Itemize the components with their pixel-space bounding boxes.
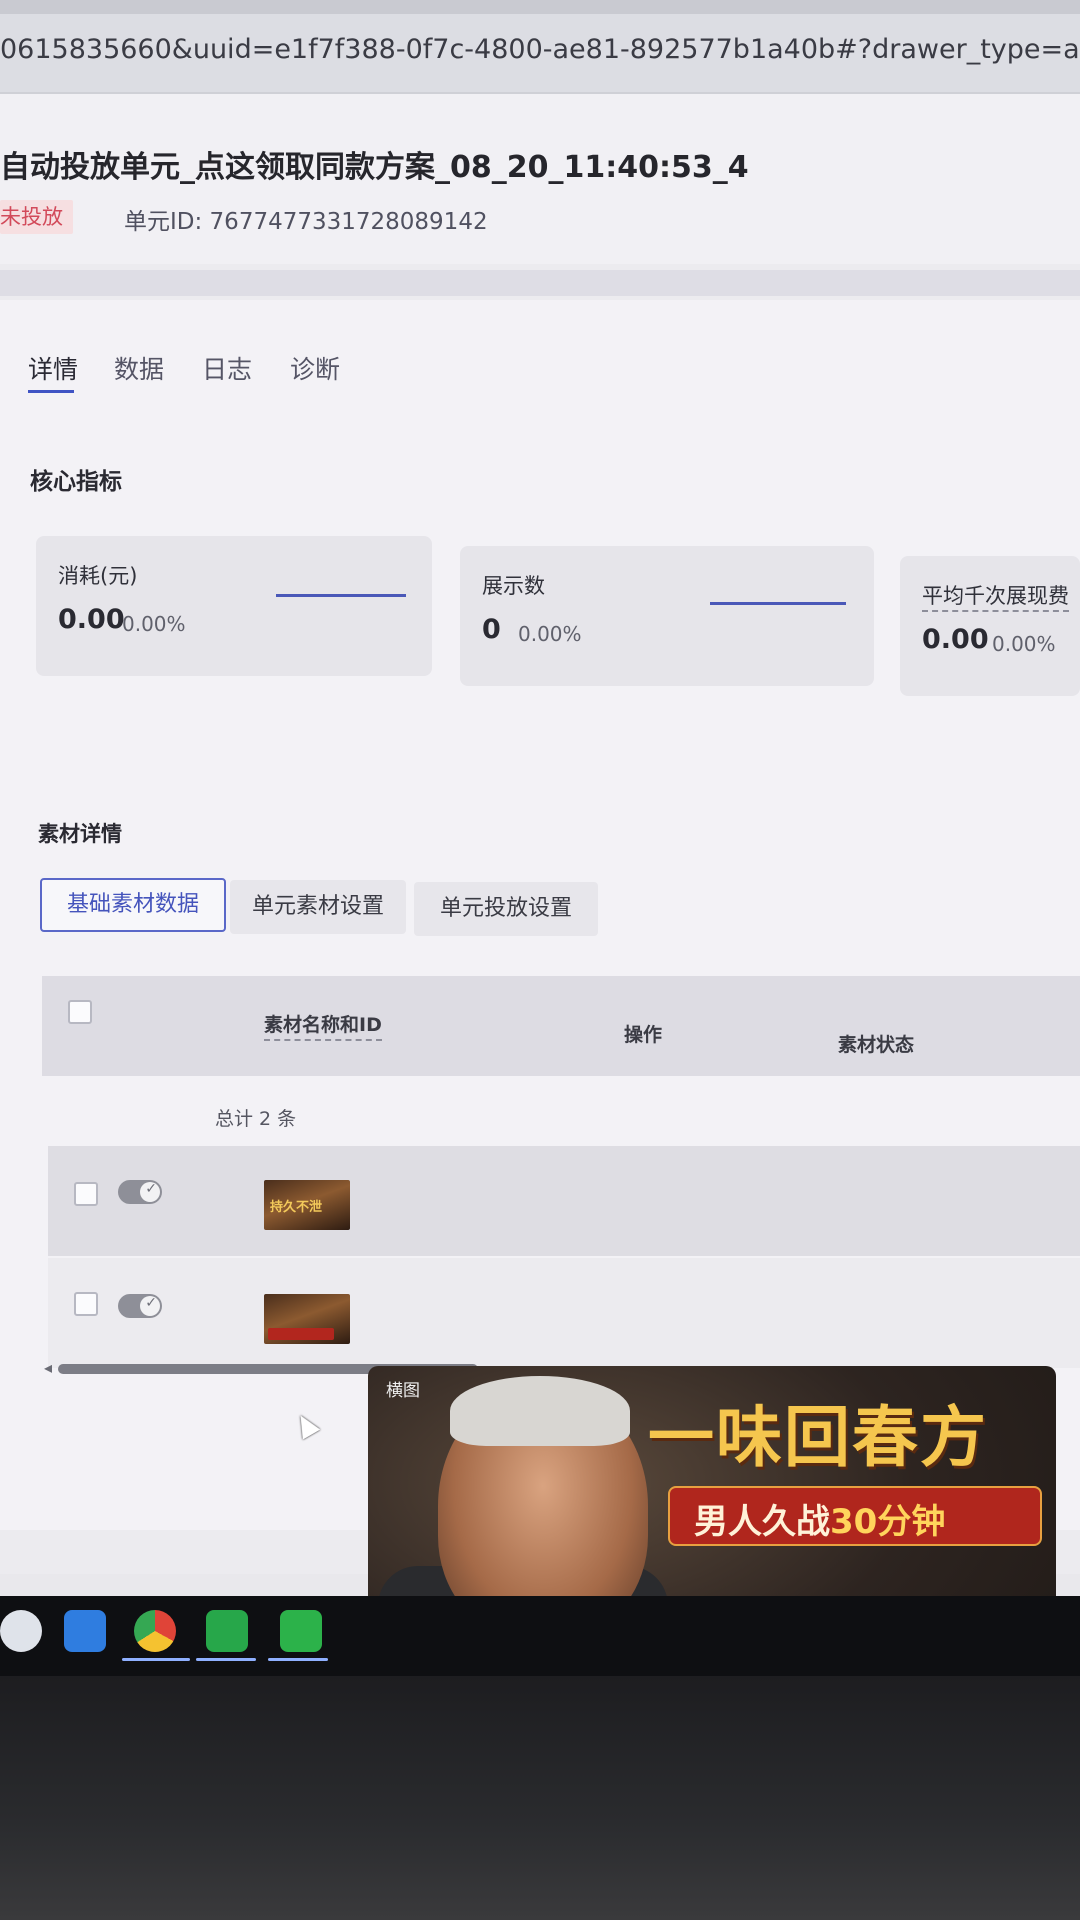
monitor-screen: 0615835660&uuid=e1f7f388-0f7c-4800-ae81-… (0, 0, 1080, 1600)
subtab-unit-delivery-settings[interactable]: 单元投放设置 (414, 882, 598, 936)
metric-percent: 0.00% (122, 612, 186, 636)
chat-app-icon[interactable] (206, 1610, 248, 1652)
active-app-indicator (122, 1658, 190, 1661)
metric-card-impressions[interactable]: 展示数 0 0.00% (460, 546, 874, 686)
windows-taskbar (0, 1596, 1080, 1676)
row-checkbox[interactable] (74, 1182, 98, 1206)
thumbnail-banner (268, 1328, 334, 1340)
chrome-icon[interactable] (134, 1610, 176, 1652)
subtab-basic-material-data[interactable]: 基础素材数据 (40, 878, 226, 932)
divider (0, 270, 1080, 296)
row-checkbox[interactable] (74, 1292, 98, 1316)
status-badge: 未投放 (0, 200, 73, 234)
active-tab-indicator (28, 390, 74, 393)
tab-data[interactable]: 数据 (114, 350, 164, 386)
tab-diagnosis[interactable]: 诊断 (290, 350, 340, 386)
unit-id: 单元ID: 7677477331728089142 (124, 209, 488, 235)
banner-text: 男人久战 (694, 1502, 830, 1542)
ad-unit-drawer: 自动投放单元_点这领取同款方案_08_20_11:40:53_4 未投放 单元I… (0, 94, 1080, 1600)
app-icon[interactable] (64, 1610, 106, 1652)
thumbnail-caption: 持久不泄 (270, 1200, 323, 1215)
metric-percent: 0.00% (518, 622, 582, 646)
unit-title: 自动投放单元_点这领取同款方案_08_20_11:40:53_4 (0, 150, 749, 185)
active-app-indicator (196, 1658, 256, 1661)
enable-toggle[interactable]: ✓ (118, 1180, 162, 1204)
browser-address-bar[interactable]: 0615835660&uuid=e1f7f388-0f7c-4800-ae81-… (0, 0, 1080, 94)
core-metrics-title: 核心指标 (30, 469, 122, 495)
column-material-name[interactable]: 素材名称和ID (264, 1010, 382, 1041)
active-app-indicator (268, 1658, 328, 1661)
browser-tab-strip (0, 0, 1080, 14)
metric-card-cost[interactable]: 消耗(元) 0.00 0.00% (36, 536, 432, 676)
table-row[interactable]: ✓ (48, 1258, 1080, 1368)
url-text[interactable]: 0615835660&uuid=e1f7f388-0f7c-4800-ae81-… (0, 34, 1080, 65)
monitor-bezel (0, 1676, 1080, 1920)
column-actions: 操作 (624, 1024, 663, 1046)
search-icon[interactable] (0, 1610, 42, 1652)
wechat-icon[interactable] (280, 1610, 322, 1652)
select-all-checkbox[interactable] (68, 1000, 92, 1024)
material-preview-popup: 横图 一味回春方 男人久战30分钟 持久不泄 (368, 1366, 1056, 1600)
unit-header: 自动投放单元_点这领取同款方案_08_20_11:40:53_4 未投放 单元I… (0, 94, 1080, 264)
banner-highlight: 30分钟 (830, 1502, 946, 1542)
metric-sparkline (710, 602, 846, 605)
preview-banner: 男人久战30分钟 (668, 1486, 1042, 1546)
metric-value: 0.00 (58, 604, 125, 635)
preview-headline: 一味回春方 (648, 1398, 988, 1476)
subtab-unit-material-settings[interactable]: 单元素材设置 (230, 880, 406, 934)
column-material-status[interactable]: 素材状态 (838, 1030, 914, 1057)
metric-label: 平均千次展现费 (922, 580, 1069, 612)
tab-details[interactable]: 详情 (28, 350, 78, 386)
metric-label: 展示数 (482, 574, 545, 598)
enable-toggle[interactable]: ✓ (118, 1294, 162, 1318)
total-count: 总计 2 条 (215, 1108, 297, 1130)
metric-card-cpm[interactable]: 平均千次展现费 0.00 0.00% (900, 556, 1080, 696)
metric-value: 0.00 (922, 624, 989, 655)
elder-hair-image (450, 1376, 630, 1446)
check-icon: ✓ (145, 1181, 157, 1197)
material-thumbnail[interactable]: 持久不泄 (264, 1180, 350, 1230)
metric-percent: 0.00% (992, 632, 1056, 656)
material-thumbnail[interactable] (264, 1294, 350, 1344)
metric-sparkline (276, 594, 406, 597)
mouse-cursor-icon (291, 1410, 321, 1440)
check-icon: ✓ (145, 1295, 157, 1311)
tab-log[interactable]: 日志 (202, 350, 252, 386)
detail-panel: 详情 数据 日志 诊断 核心指标 消耗(元) 0.00 0.00% 展示数 0 … (0, 300, 1080, 1600)
metric-label: 消耗(元) (58, 564, 138, 588)
orientation-badge: 横图 (386, 1381, 420, 1401)
metric-value: 0 (482, 614, 501, 645)
table-row[interactable]: ✓ 持久不泄 (48, 1146, 1080, 1256)
scroll-left-arrow-icon[interactable]: ◂ (44, 1358, 52, 1377)
table-header: 素材名称和ID 操作 素材状态 (42, 976, 1080, 1076)
materials-title: 素材详情 (38, 822, 122, 846)
